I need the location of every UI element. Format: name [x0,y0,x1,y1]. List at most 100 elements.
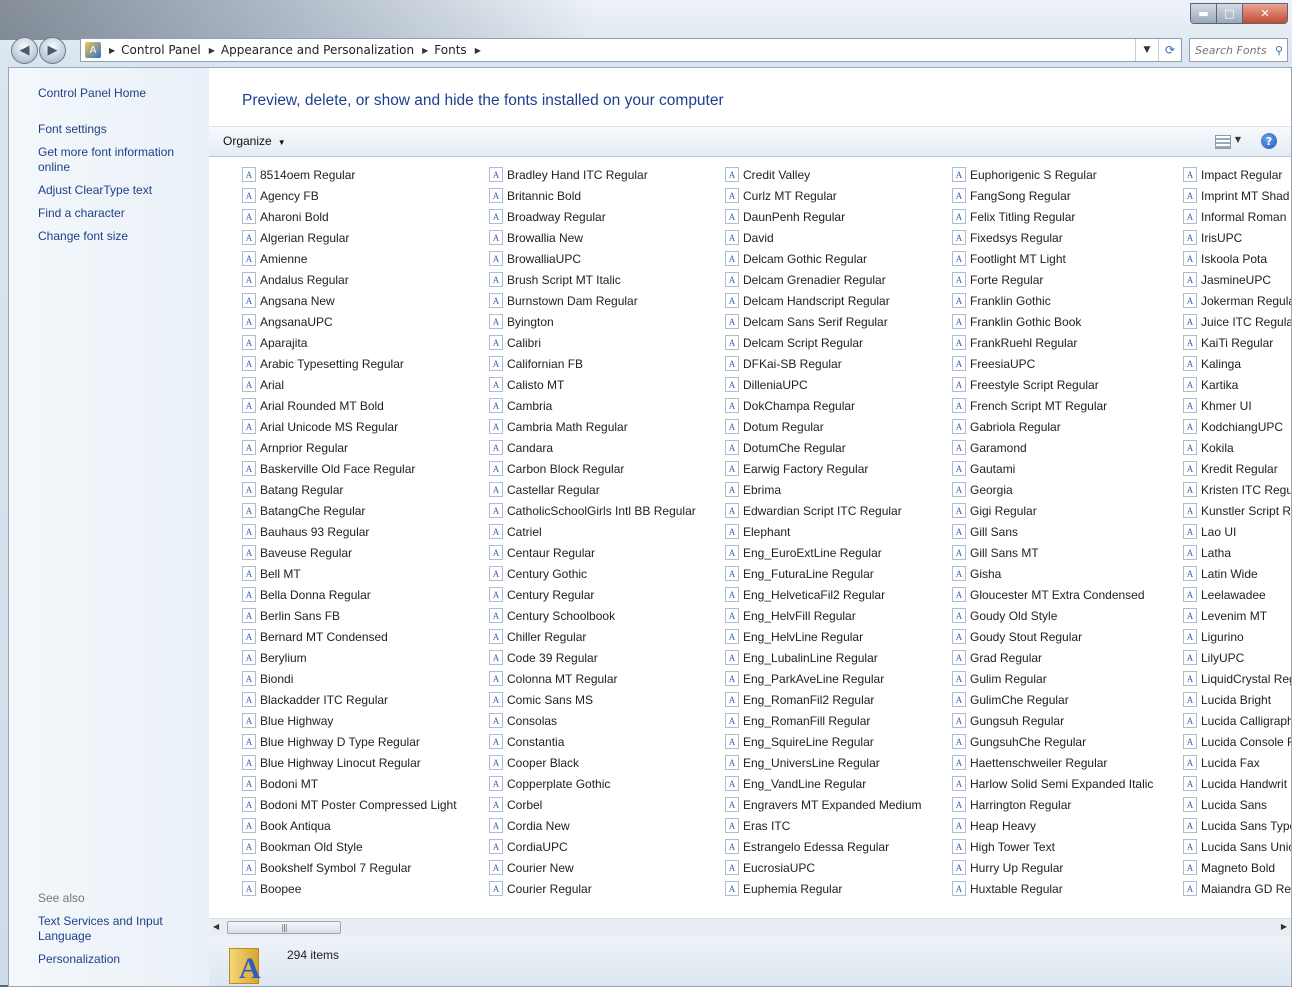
font-item[interactable]: A Cordia New [489,815,696,836]
font-item[interactable]: A Byington [489,311,696,332]
font-item[interactable]: A Kristen ITC Regu [1183,479,1291,500]
font-item[interactable]: A Heap Heavy [952,815,1153,836]
font-item[interactable]: A Century Schoolbook [489,605,696,626]
font-item[interactable]: A Gisha [952,563,1153,584]
font-item[interactable]: A Credit Valley [725,164,922,185]
breadcrumb-control-panel[interactable]: Control Panel [121,43,201,57]
font-item[interactable]: A Blue Highway [242,710,457,731]
font-item[interactable]: A Bodoni MT Poster Compressed Light [242,794,457,815]
font-item[interactable]: A Estrangelo Edessa Regular [725,836,922,857]
font-item[interactable]: A JasmineUPC [1183,269,1291,290]
personalization-link[interactable]: Personalization [38,952,198,967]
font-item[interactable]: A LiquidCrystal Reg [1183,668,1291,689]
font-item[interactable]: A French Script MT Regular [952,395,1153,416]
font-item[interactable]: A Batang Regular [242,479,457,500]
font-item[interactable]: A Arabic Typesetting Regular [242,353,457,374]
font-item[interactable]: A Corbel [489,794,696,815]
font-item[interactable]: A Footlight MT Light [952,248,1153,269]
font-item[interactable]: A Hurry Up Regular [952,857,1153,878]
more-font-info-link[interactable]: Get more font information online [38,145,198,175]
font-item[interactable]: A Harrington Regular [952,794,1153,815]
font-item[interactable]: A Courier New [489,857,696,878]
breadcrumb-arrow-icon[interactable]: ▶ [209,46,215,55]
font-item[interactable]: A Bradley Hand ITC Regular [489,164,696,185]
breadcrumb-arrow-icon[interactable]: ▶ [475,46,481,55]
font-item[interactable]: A Garamond [952,437,1153,458]
font-item[interactable]: A Arnprior Regular [242,437,457,458]
font-item[interactable]: A Franklin Gothic Book [952,311,1153,332]
address-dropdown-button[interactable]: ▼ [1135,39,1158,61]
font-item[interactable]: A CordiaUPC [489,836,696,857]
font-item[interactable]: A Bookman Old Style [242,836,457,857]
font-item[interactable]: A Century Gothic [489,563,696,584]
scroll-right-icon[interactable]: ▶ [1281,922,1287,931]
font-item[interactable]: A Blue Highway D Type Regular [242,731,457,752]
forward-button[interactable]: ▶ [39,37,66,64]
font-item[interactable]: A FrankRuehl Regular [952,332,1153,353]
scrollbar-thumb[interactable]: ||| [227,921,341,934]
font-item[interactable]: A Bauhaus 93 Regular [242,521,457,542]
font-item[interactable]: A Eng_SquireLine Regular [725,731,922,752]
font-item[interactable]: A EucrosiaUPC [725,857,922,878]
font-item[interactable]: A Lucida Bright [1183,689,1291,710]
font-item[interactable]: A Elephant [725,521,922,542]
font-item[interactable]: A Gabriola Regular [952,416,1153,437]
font-item[interactable]: A Berylium [242,647,457,668]
font-item[interactable]: A FreesiaUPC [952,353,1153,374]
font-item[interactable]: A Lucida Handwrit [1183,773,1291,794]
font-item[interactable]: A Euphorigenic S Regular [952,164,1153,185]
refresh-button[interactable]: ⟳ [1158,39,1181,61]
font-item[interactable]: A Arial Unicode MS Regular [242,416,457,437]
chevron-down-icon[interactable]: ▼ [1235,135,1241,144]
font-item[interactable]: A Eng_RomanFil2 Regular [725,689,922,710]
back-button[interactable]: ◀ [11,37,38,64]
minimize-button[interactable]: ▬ [1191,4,1216,23]
font-item[interactable]: A KodchiangUPC [1183,416,1291,437]
view-options-icon[interactable] [1215,135,1231,149]
font-item[interactable]: A Eras ITC [725,815,922,836]
font-settings-link[interactable]: Font settings [38,122,198,137]
font-item[interactable]: A Bella Donna Regular [242,584,457,605]
font-item[interactable]: A Eng_VandLine Regular [725,773,922,794]
font-item[interactable]: A Castellar Regular [489,479,696,500]
font-item[interactable]: A Lucida Sans Type [1183,815,1291,836]
breadcrumb-appearance[interactable]: Appearance and Personalization [221,43,414,57]
font-item[interactable]: A Leelawadee [1183,584,1291,605]
font-item[interactable]: A Euphemia Regular [725,878,922,899]
font-item[interactable]: A Magneto Bold [1183,857,1291,878]
font-item[interactable]: A Gautami [952,458,1153,479]
font-item[interactable]: A DaunPenh Regular [725,206,922,227]
text-services-link[interactable]: Text Services and Input Language [38,914,198,944]
font-item[interactable]: A Delcam Grenadier Regular [725,269,922,290]
font-item[interactable]: A Constantia [489,731,696,752]
font-item[interactable]: A Comic Sans MS [489,689,696,710]
font-item[interactable]: A Delcam Sans Serif Regular [725,311,922,332]
font-item[interactable]: A Bell MT [242,563,457,584]
font-item[interactable]: A Baveuse Regular [242,542,457,563]
font-item[interactable]: A Gloucester MT Extra Condensed [952,584,1153,605]
font-item[interactable]: A Edwardian Script ITC Regular [725,500,922,521]
font-item[interactable]: A Lucida Calligraph [1183,710,1291,731]
font-item[interactable]: A Harlow Solid Semi Expanded Italic [952,773,1153,794]
font-item[interactable]: A Gulim Regular [952,668,1153,689]
font-item[interactable]: A Blue Highway Linocut Regular [242,752,457,773]
font-item[interactable]: A Gill Sans [952,521,1153,542]
font-item[interactable]: A Cooper Black [489,752,696,773]
font-item[interactable]: A IrisUPC [1183,227,1291,248]
font-item[interactable]: A Eng_LubalinLine Regular [725,647,922,668]
font-item[interactable]: A Eng_FuturaLine Regular [725,563,922,584]
close-button[interactable]: ✕ [1242,4,1287,23]
font-item[interactable]: A Andalus Regular [242,269,457,290]
font-item[interactable]: A Arial Rounded MT Bold [242,395,457,416]
font-item[interactable]: A Lucida Console R [1183,731,1291,752]
font-item[interactable]: A DFKai-SB Regular [725,353,922,374]
font-item[interactable]: A DokChampa Regular [725,395,922,416]
font-item[interactable]: A Code 39 Regular [489,647,696,668]
font-item[interactable]: A Browallia New [489,227,696,248]
font-item[interactable]: A Latha [1183,542,1291,563]
font-item[interactable]: A Century Regular [489,584,696,605]
font-item[interactable]: A Angsana New [242,290,457,311]
font-item[interactable]: A 8514oem Regular [242,164,457,185]
find-character-link[interactable]: Find a character [38,206,198,221]
font-item[interactable]: A Eng_RomanFill Regular [725,710,922,731]
